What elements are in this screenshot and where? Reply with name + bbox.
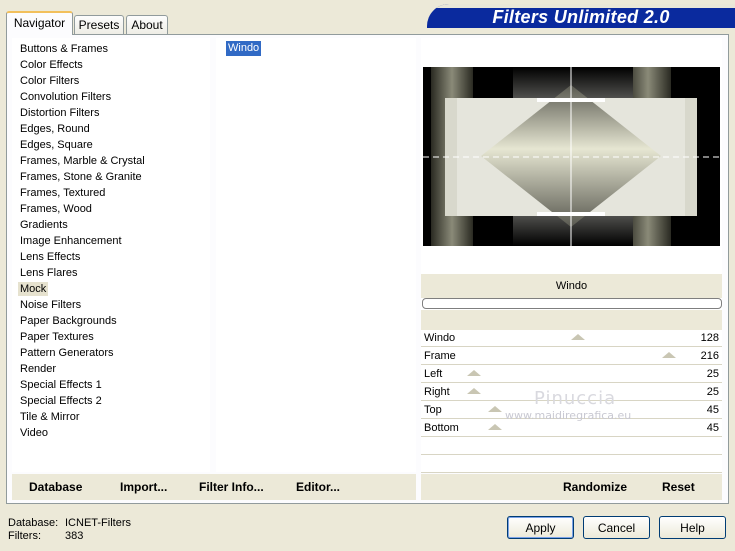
- param-label: Bottom: [424, 422, 459, 434]
- reset-button[interactable]: Reset: [662, 480, 695, 494]
- apply-button[interactable]: Apply: [507, 516, 574, 539]
- category-item[interactable]: Lens Effects: [20, 250, 80, 264]
- param-header-strip: [421, 310, 722, 330]
- slider-thumb[interactable]: [467, 388, 481, 394]
- app-banner: Filters Unlimited 2.0: [427, 4, 735, 28]
- slider-thumb[interactable]: [487, 406, 502, 412]
- param-divider: [421, 382, 722, 383]
- param-label: Windo: [424, 332, 456, 344]
- param-value: 45: [706, 404, 719, 416]
- category-item[interactable]: Frames, Marble & Crystal: [20, 154, 145, 168]
- tab-navigator[interactable]: Navigator: [6, 11, 73, 35]
- param-value: 45: [706, 422, 719, 434]
- category-item[interactable]: Frames, Textured: [20, 186, 105, 200]
- category-item[interactable]: Edges, Round: [20, 122, 90, 136]
- param-label: Right: [424, 386, 450, 398]
- category-item[interactable]: Special Effects 2: [20, 394, 102, 408]
- param-label: Frame: [424, 350, 456, 362]
- tab-presets[interactable]: Presets: [74, 15, 124, 34]
- filter-item-windo[interactable]: Windo: [226, 41, 262, 56]
- param-row-empty: [421, 438, 722, 455]
- preview-filter-name: Windo: [555, 280, 588, 292]
- filters-count: 383: [65, 530, 84, 542]
- help-button[interactable]: Help: [659, 516, 726, 539]
- category-item[interactable]: Image Enhancement: [20, 234, 122, 248]
- preview-image[interactable]: [423, 67, 720, 246]
- param-row-windo[interactable]: Windo 128: [421, 330, 722, 347]
- param-divider: [421, 454, 722, 455]
- param-value: 128: [700, 332, 719, 344]
- param-divider: [421, 346, 722, 347]
- progress-bar: [422, 298, 722, 309]
- category-item[interactable]: Edges, Square: [20, 138, 93, 152]
- app-title: Filters Unlimited 2.0: [492, 7, 670, 27]
- category-item[interactable]: Special Effects 1: [20, 378, 102, 392]
- category-item[interactable]: Color Filters: [20, 74, 79, 88]
- param-divider: [421, 364, 722, 365]
- category-item[interactable]: Gradients: [20, 218, 68, 232]
- slider-thumb[interactable]: [487, 424, 502, 430]
- category-item[interactable]: Paper Textures: [20, 330, 94, 344]
- filters-label: Filters:: [8, 530, 41, 542]
- watermark-title: Pinuccia: [534, 388, 617, 409]
- param-divider: [421, 436, 722, 437]
- editor-button[interactable]: Editor...: [296, 480, 340, 494]
- cancel-button[interactable]: Cancel: [583, 516, 650, 539]
- param-value: 25: [706, 368, 719, 380]
- slider-thumb[interactable]: [571, 334, 585, 340]
- category-item[interactable]: Pattern Generators: [20, 346, 114, 360]
- category-item[interactable]: Color Effects: [20, 58, 83, 72]
- randomize-button[interactable]: Randomize: [563, 480, 627, 494]
- category-list[interactable]: Buttons & Frames Color Effects Color Filte…: [12, 38, 210, 472]
- param-row-empty: [421, 456, 722, 473]
- category-item[interactable]: Paper Backgrounds: [20, 314, 117, 328]
- category-item[interactable]: Frames, Stone & Granite: [20, 170, 142, 184]
- param-label: Top: [424, 404, 442, 416]
- database-button[interactable]: Database: [29, 480, 82, 494]
- tab-about[interactable]: About: [126, 15, 168, 34]
- category-item[interactable]: Convolution Filters: [20, 90, 111, 104]
- param-row-left[interactable]: Left 25: [421, 366, 722, 383]
- param-divider: [421, 472, 722, 473]
- category-item[interactable]: Frames, Wood: [20, 202, 92, 216]
- category-item[interactable]: Tile & Mirror: [20, 410, 79, 424]
- filter-list[interactable]: [216, 38, 416, 472]
- param-row-frame[interactable]: Frame 216: [421, 348, 722, 365]
- category-item[interactable]: Buttons & Frames: [20, 42, 108, 56]
- param-value: 216: [700, 350, 719, 362]
- category-item[interactable]: Lens Flares: [20, 266, 77, 280]
- category-item[interactable]: Noise Filters: [20, 298, 81, 312]
- import-button[interactable]: Import...: [120, 480, 167, 494]
- param-row-bottom[interactable]: Bottom 45: [421, 420, 722, 437]
- watermark-url: www.maidiregrafica.eu: [505, 409, 632, 422]
- filter-info-button[interactable]: Filter Info...: [199, 480, 264, 494]
- preview-caption-bar: Windo: [421, 274, 722, 298]
- category-item[interactable]: Video: [20, 426, 48, 440]
- slider-thumb[interactable]: [467, 370, 481, 376]
- category-item[interactable]: Render: [20, 362, 56, 376]
- category-item[interactable]: Mock: [18, 282, 49, 296]
- database-label: Database:: [8, 517, 59, 529]
- slider-thumb[interactable]: [662, 352, 676, 358]
- param-label: Left: [424, 368, 443, 380]
- param-value: 25: [706, 386, 719, 398]
- category-item[interactable]: Distortion Filters: [20, 106, 99, 120]
- database-value: ICNET-Filters: [65, 517, 131, 529]
